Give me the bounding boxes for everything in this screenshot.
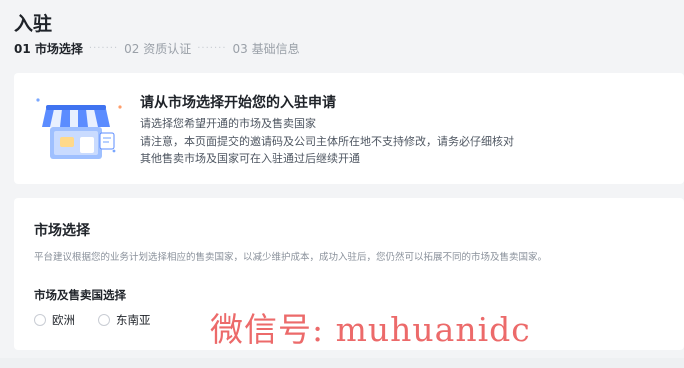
step-basic-info: 03 基础信息 xyxy=(232,42,300,56)
intro-line: 请选择您希望开通的市场及售卖国家 xyxy=(140,117,316,130)
storefront-icon xyxy=(36,98,122,159)
radio-europe[interactable]: 欧洲 xyxy=(34,312,75,328)
intro-line: 请注意，本页面提交的邀请码及公司主体所在地不支持修改，请务必仔细核对 xyxy=(140,135,514,148)
step-indicator: 01 市场选择 ······· 02 资质认证 ······· 03 基础信息 xyxy=(14,40,300,57)
step-qualification: 02 资质认证 xyxy=(124,42,192,56)
section-description: 平台建议根据您的业务计划选择相应的售卖国家，以减少维护成本，成功入驻后，您仍然可… xyxy=(34,252,548,263)
watermark-text: 微信号: muhuanidc xyxy=(210,310,531,349)
field-label: 市场及售卖国选择 xyxy=(34,288,126,302)
radio-circle-icon[interactable] xyxy=(98,314,110,326)
step-separator: ······· xyxy=(197,43,227,54)
section-title: 市场选择 xyxy=(34,223,90,239)
intro-title: 请从市场选择开始您的入驻申请 xyxy=(140,95,336,111)
radio-southeast-asia[interactable]: 东南亚 xyxy=(98,312,151,328)
radio-circle-icon[interactable] xyxy=(34,314,46,326)
intro-line: 其他售卖市场及国家可在入驻通过后继续开通 xyxy=(140,152,360,165)
page-header: 入驻 01 市场选择 ······· 02 资质认证 ······· 03 基础… xyxy=(0,0,684,70)
radio-label: 欧洲 xyxy=(52,313,75,327)
page-title: 入驻 xyxy=(14,13,53,35)
radio-label: 东南亚 xyxy=(116,313,151,327)
step-market-selection: 01 市场选择 xyxy=(14,42,83,56)
intro-card: 请从市场选择开始您的入驻申请 请选择您希望开通的市场及售卖国家 请注意，本页面提… xyxy=(14,73,684,184)
footer-strip xyxy=(0,358,684,368)
step-separator: ······· xyxy=(88,43,119,54)
